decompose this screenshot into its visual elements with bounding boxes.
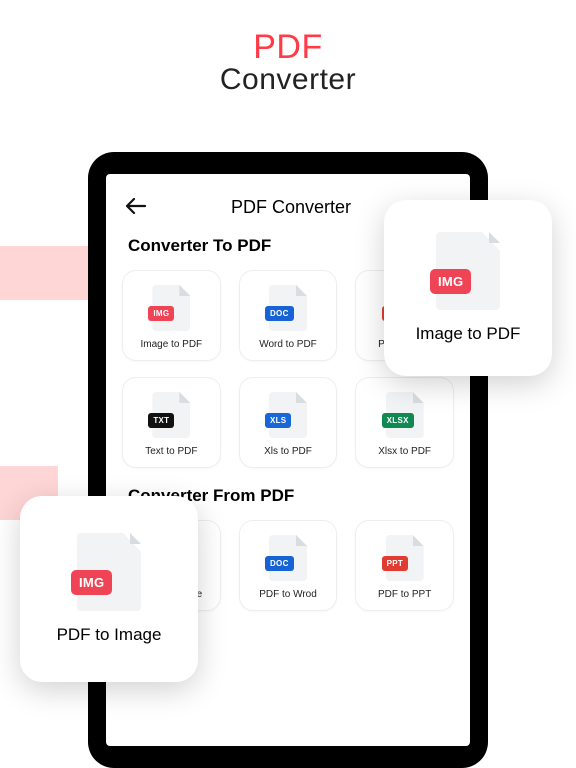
file-tag: XLS <box>265 413 291 428</box>
callout-pdf-to-image[interactable]: IMG PDF to Image <box>20 496 198 682</box>
hero-title: PDF Converter <box>0 0 576 97</box>
file-tag: IMG <box>148 306 174 321</box>
card-label: Xlsx to PDF <box>378 446 431 457</box>
converter-card[interactable]: XLS Xls to PDF <box>239 377 338 468</box>
card-label: Xls to PDF <box>264 446 312 457</box>
card-label: Word to PDF <box>259 339 317 350</box>
card-label: PDF to PPT <box>378 589 431 600</box>
file-tag: DOC <box>265 556 294 571</box>
callout-label: Image to PDF <box>416 324 521 344</box>
file-icon: IMG <box>436 232 500 310</box>
card-label: Text to PDF <box>145 446 197 457</box>
file-icon: XLSX <box>386 392 424 438</box>
hero-line2: Converter <box>0 63 576 97</box>
file-icon: DOC <box>269 535 307 581</box>
file-icon: IMG <box>152 285 190 331</box>
file-tag: IMG <box>430 269 471 294</box>
file-icon: PPT <box>386 535 424 581</box>
file-icon: TXT <box>152 392 190 438</box>
file-tag: XLSX <box>382 413 414 428</box>
converter-card[interactable]: PPT PDF to PPT <box>355 520 454 611</box>
converter-card[interactable]: IMG Image to PDF <box>122 270 221 361</box>
file-icon: IMG <box>77 533 141 611</box>
converter-card[interactable]: XLSX Xlsx to PDF <box>355 377 454 468</box>
decor-stripe <box>0 246 90 300</box>
hero-line1: PDF <box>0 28 576 67</box>
callout-image-to-pdf[interactable]: IMG Image to PDF <box>384 200 552 376</box>
file-tag: IMG <box>71 570 112 595</box>
file-icon: XLS <box>269 392 307 438</box>
callout-label: PDF to Image <box>57 625 162 645</box>
file-icon: DOC <box>269 285 307 331</box>
card-label: PDF to Wrod <box>259 589 317 600</box>
file-tag: PPT <box>382 556 408 571</box>
card-label: Image to PDF <box>140 339 202 350</box>
converter-card[interactable]: DOC PDF to Wrod <box>239 520 338 611</box>
file-tag: DOC <box>265 306 294 321</box>
file-tag: TXT <box>148 413 174 428</box>
converter-card[interactable]: TXT Text to PDF <box>122 377 221 468</box>
converter-card[interactable]: DOC Word to PDF <box>239 270 338 361</box>
